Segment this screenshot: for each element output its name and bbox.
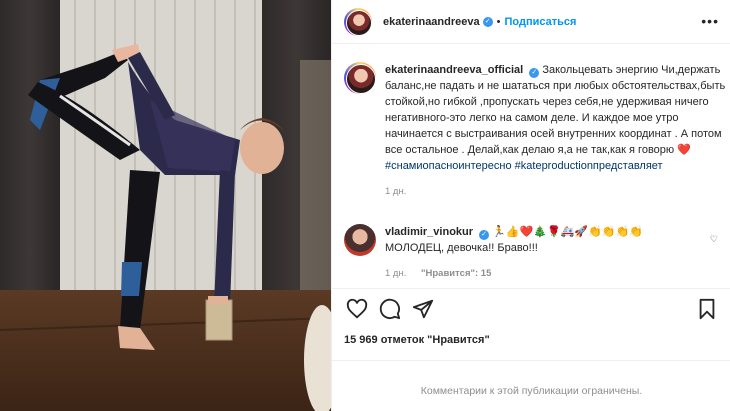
caption-meta: 1 дн. xyxy=(385,184,730,200)
post-header: ekaterinaandreeva ✓ • Подписаться ••• xyxy=(332,0,730,44)
caption-username[interactable]: ekaterinaandreeva_official xyxy=(385,64,523,76)
hashtag-1[interactable]: #снамиопасноинтересно xyxy=(385,160,512,172)
more-icon[interactable]: ••• xyxy=(701,13,719,29)
share-icon[interactable] xyxy=(412,298,434,320)
caption-body: ekaterinaandreeva_official ✓ Закольцеват… xyxy=(385,62,730,200)
header-separator: • xyxy=(496,15,501,28)
likes-count[interactable]: 15 969 отметок "Нравится" xyxy=(344,334,490,346)
caption-time[interactable]: 1 дн. xyxy=(385,186,406,197)
caption-text: Закольцевать энергию Чи,держать баланс,н… xyxy=(385,64,726,156)
divider xyxy=(332,360,730,361)
comment-likes[interactable]: "Нравится": 15 xyxy=(421,268,491,279)
comment-icon[interactable] xyxy=(379,298,401,320)
comment-time[interactable]: 1 дн. xyxy=(385,268,406,279)
verified-icon: ✓ xyxy=(479,230,490,240)
header-username[interactable]: ekaterinaandreeva xyxy=(383,16,480,28)
bookmark-icon[interactable] xyxy=(696,298,718,320)
caption-avatar[interactable] xyxy=(344,62,376,94)
verified-icon: ✓ xyxy=(529,68,540,78)
follow-button[interactable]: Подписаться xyxy=(504,16,576,28)
comment-text: МОЛОДЕЦ, девочка!! Браво!!! xyxy=(385,242,538,254)
comment-avatar[interactable] xyxy=(344,224,376,256)
comment-meta: 1 дн. "Нравится": 15 xyxy=(385,266,705,282)
comment-username[interactable]: vladimir_vinokur xyxy=(385,226,473,238)
comment-body: vladimir_vinokur ✓ 🏃👍❤️🎄🌹🚑🚀👏👏👏👏 МОЛОДЕЦ,… xyxy=(385,224,705,282)
comment-like-icon[interactable]: ♡ xyxy=(710,234,718,245)
verified-icon: ✓ xyxy=(482,16,493,27)
post-panel: ekaterinaandreeva ✓ • Подписаться ••• ek… xyxy=(331,0,730,411)
post-photo[interactable] xyxy=(0,0,331,411)
heart-icon[interactable] xyxy=(346,298,368,320)
header-avatar[interactable] xyxy=(344,7,372,36)
comment-emojis: 🏃👍❤️🎄🌹🚑🚀👏👏👏👏 xyxy=(492,226,643,238)
divider xyxy=(332,288,730,289)
comment: vladimir_vinokur ✓ 🏃👍❤️🎄🌹🚑🚀👏👏👏👏 МОЛОДЕЦ,… xyxy=(344,224,705,282)
comments-closed-notice: Комментарии к этой публикации ограничены… xyxy=(420,385,643,397)
post-image xyxy=(0,0,331,411)
action-bar xyxy=(344,298,719,322)
hashtag-2[interactable]: #kateproductionпредставляет xyxy=(515,160,663,172)
heart-emoji: ❤️ xyxy=(677,144,691,156)
caption: ekaterinaandreeva_official ✓ Закольцеват… xyxy=(344,62,730,200)
